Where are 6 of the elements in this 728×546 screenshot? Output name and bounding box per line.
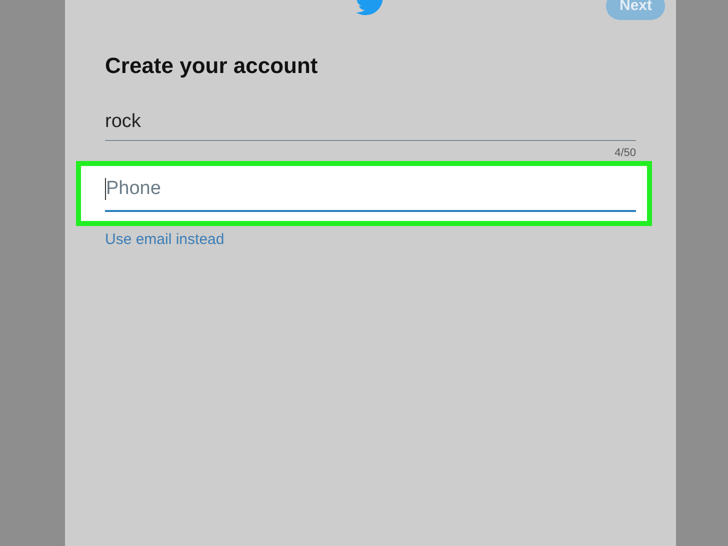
- text-cursor: [105, 178, 106, 200]
- phone-field[interactable]: Phone: [81, 166, 647, 221]
- form-title: Create your account: [105, 53, 319, 79]
- name-field[interactable]: rock: [105, 103, 636, 141]
- use-email-link[interactable]: Use email instead: [105, 231, 224, 249]
- character-counter: 4/50: [614, 146, 636, 160]
